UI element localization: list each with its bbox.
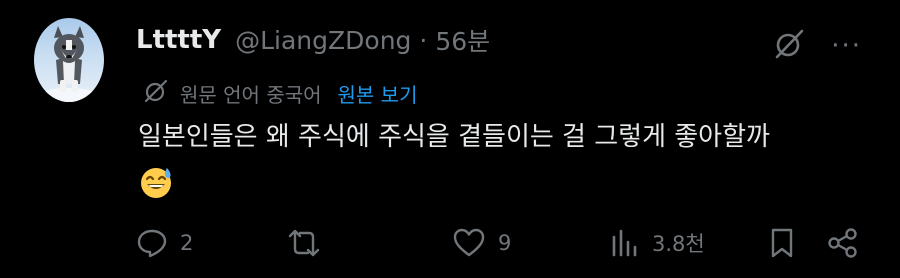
- bookmark-button[interactable]: [768, 222, 796, 264]
- user-handle[interactable]: @LiangZDong: [235, 26, 411, 55]
- reply-button[interactable]: 2: [136, 222, 193, 264]
- grok-icon[interactable]: [771, 26, 807, 66]
- translate-icon: [142, 77, 170, 110]
- tweet-text: 일본인들은 왜 주식에 주식을 곁들이는 걸 그렇게 좋아할까: [138, 122, 770, 152]
- view-original-link[interactable]: 원본 보기: [338, 79, 418, 108]
- like-count: 9: [498, 231, 512, 255]
- more-options-icon[interactable]: ···: [831, 33, 862, 59]
- tweet-top-controls: ···: [771, 26, 862, 66]
- bookmark-icon: [771, 228, 793, 258]
- views-count: 3.8천: [652, 232, 705, 256]
- sweat-smile-emoji: [138, 164, 174, 200]
- share-icon: [828, 228, 857, 258]
- tweet-header: LttttY @LiangZDong · 56분: [136, 22, 490, 58]
- tweet-actions-bar: 2 9 3.8천: [0, 222, 900, 264]
- retweet-button[interactable]: [287, 222, 333, 264]
- timestamp[interactable]: 56분: [435, 22, 490, 58]
- translation-bar: 원문 언어 중국어 원본 보기: [142, 77, 417, 110]
- display-name[interactable]: LttttY: [136, 25, 221, 55]
- heart-icon: [453, 228, 485, 257]
- share-button[interactable]: [826, 222, 860, 264]
- avatar[interactable]: [34, 18, 104, 102]
- reply-count: 2: [180, 231, 194, 255]
- like-button[interactable]: 9: [452, 222, 511, 264]
- reply-icon: [137, 229, 167, 258]
- analytics-icon: [612, 229, 637, 257]
- husky-dog-image: [39, 26, 99, 102]
- separator-dot: ·: [419, 25, 428, 55]
- views-button[interactable]: 3.8천: [610, 222, 705, 264]
- retweet-icon: [288, 229, 320, 257]
- original-language-label: 원문 언어 중국어: [180, 83, 322, 107]
